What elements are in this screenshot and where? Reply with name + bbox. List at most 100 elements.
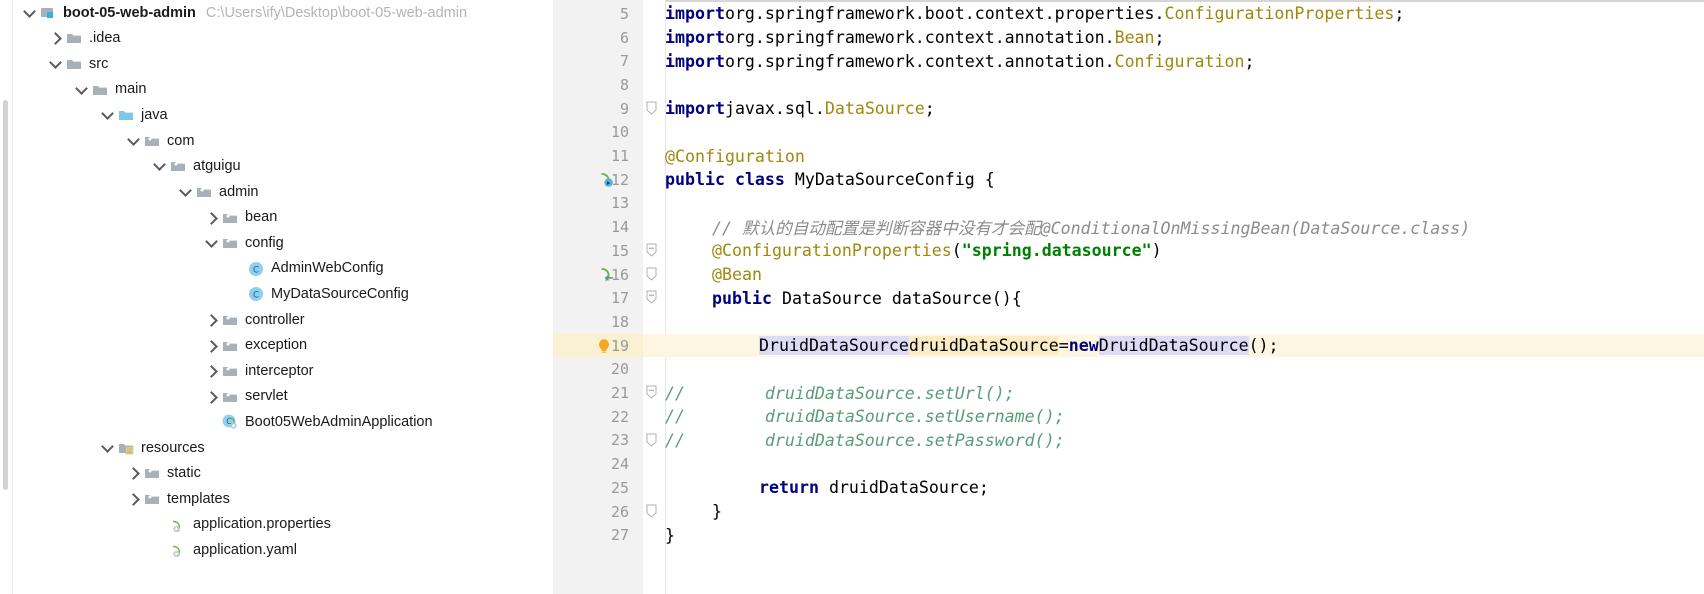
project-tree[interactable]: boot-05-web-admin C:\Users\ify\Desktop\bo… [12,0,553,563]
code-line-text[interactable]: @Bean [712,263,762,287]
code-line[interactable]: 24 [553,452,1704,476]
code-line-text[interactable]: @ConfigurationProperties("spring.datasou… [712,239,1162,263]
tree-node-adminwebconfig[interactable]: C AdminWebConfig [12,256,553,282]
tree-node-label: atguigu [193,158,241,175]
fold-collapse-icon[interactable] [645,290,660,305]
chevron-down-icon[interactable] [152,158,168,174]
intention-bulb-icon[interactable] [595,337,613,355]
code-line[interactable]: 12 public class MyDataSourceConfig { [553,168,1704,192]
fold-collapse-icon[interactable] [645,243,660,258]
tree-node-resources[interactable]: resources [12,435,553,461]
code-line[interactable]: 5 import org.springframework.boot.context… [553,2,1704,26]
tree-node-controller[interactable]: controller [12,307,553,333]
tree-node-src[interactable]: src [12,51,553,77]
chevron-down-icon[interactable] [74,82,90,98]
code-line[interactable]: 22 // druidDataSource.setUsername(); [553,405,1704,429]
fold-end-icon[interactable] [645,433,660,448]
project-tool-window[interactable]: boot-05-web-admin C:\Users\ify\Desktop\bo… [0,0,553,594]
code-line-text[interactable]: public DataSource dataSource(){ [712,286,1022,310]
code-line[interactable]: 7 import org.springframework.context.anno… [553,49,1704,73]
chevron-right-icon[interactable] [204,338,220,354]
code-line[interactable]: 13 [553,192,1704,216]
tree-node-application-properties[interactable]: application.properties [12,512,553,538]
fold-collapse-icon[interactable] [645,385,660,400]
tree-node-config[interactable]: config [12,230,553,256]
tree-node-admin[interactable]: admin [12,179,553,205]
tree-node-label: com [167,132,195,149]
tree-node-servlet[interactable]: servlet [12,384,553,410]
chevron-down-icon[interactable] [204,235,220,251]
code-line[interactable]: 10 [553,121,1704,145]
fold-end-icon[interactable] [645,101,660,116]
tree-node-mydatasourceconfig[interactable]: C MyDataSourceConfig [12,282,553,308]
code-line-text[interactable]: import org.springframework.boot.context.… [665,2,1404,26]
code-line-text[interactable]: return druidDataSource; [759,476,989,500]
chevron-right-icon[interactable] [204,363,220,379]
tree-node-interceptor[interactable]: interceptor [12,358,553,384]
spring-bean-method-icon[interactable] [599,266,616,283]
chevron-right-icon[interactable] [126,465,142,481]
tree-node-java[interactable]: java [12,102,553,128]
chevron-right-icon[interactable] [204,389,220,405]
chevron-down-icon[interactable] [100,440,116,456]
tree-node-boot-05-web-admin[interactable]: boot-05-web-admin C:\Users\ify\Desktop\bo… [12,0,553,26]
code-line-text[interactable]: } [665,523,675,547]
fold-end-icon[interactable] [645,504,660,519]
code-line[interactable]: 14 // 默认的自动配置是判断容器中没有才会配@ConditionalOnMis… [553,215,1704,239]
code-line-text[interactable]: public class MyDataSourceConfig { [665,168,995,192]
code-line[interactable]: 8 [553,73,1704,97]
code-line[interactable]: 17 public DataSource dataSource(){ [553,286,1704,310]
code-line-text[interactable]: // druidDataSource.setUrl(); [665,381,1015,405]
line-number: 5 [619,4,629,23]
code-line-text[interactable]: DruidDataSource druidDataSource = new Dr… [759,334,1279,358]
code-line-text[interactable]: @Configuration [665,144,805,168]
code-line[interactable]: 27} [553,523,1704,547]
code-lines[interactable]: 5 import org.springframework.boot.context… [553,0,1704,594]
code-line[interactable]: 26} [553,500,1704,524]
code-line[interactable]: 15 @ConfigurationProperties("spring.datas… [553,239,1704,263]
tree-node-templates[interactable]: templates [12,486,553,512]
code-line[interactable]: 16 @Bean [553,263,1704,287]
code-line-text[interactable]: import org.springframework.context.annot… [665,49,1254,73]
code-line-text[interactable]: import javax.sql. DataSource; [665,97,935,121]
chevron-down-icon[interactable] [126,133,142,149]
spring-bean-class-icon[interactable] [599,171,616,188]
chevron-right-icon[interactable] [48,30,64,46]
code-line[interactable]: 6 import org.springframework.context.anno… [553,26,1704,50]
chevron-right-icon[interactable] [126,491,142,507]
code-editor[interactable]: 5 import org.springframework.boot.context… [553,0,1704,594]
chevron-right-icon[interactable] [204,312,220,328]
code-line[interactable]: 25 return druidDataSource; [553,476,1704,500]
code-line[interactable]: 19 DruidDataSource druidDataSource = new … [553,333,1704,358]
code-line-text[interactable]: // druidDataSource.setUsername(); [665,405,1065,429]
fold-end-icon[interactable] [645,267,660,282]
code-line[interactable]: 23 // druidDataSource.setPassword(); [553,429,1704,453]
chevron-down-icon[interactable] [178,184,194,200]
chevron-down-icon[interactable] [22,5,38,21]
chevron-right-icon[interactable] [204,210,220,226]
tree-node-bean[interactable]: bean [12,205,553,231]
tree-node-exception[interactable]: exception [12,333,553,359]
java-class-icon: C [248,286,266,302]
line-number: 16 [610,265,629,284]
code-line[interactable]: 9 import javax.sql. DataSource; [553,97,1704,121]
tree-node-main[interactable]: main [12,77,553,103]
tree-node-application-yaml[interactable]: application.yaml [12,537,553,563]
tree-node-com[interactable]: com [12,128,553,154]
code-line[interactable]: 11 @Configuration [553,144,1704,168]
code-line[interactable]: 20 [553,358,1704,382]
tree-node-static[interactable]: static [12,461,553,487]
chevron-down-icon[interactable] [100,107,116,123]
tree-node--idea[interactable]: .idea [12,26,553,52]
code-line-text[interactable]: // 默认的自动配置是判断容器中没有才会配@ConditionalOnMissi… [712,215,1470,239]
code-line-text[interactable]: } [712,500,722,524]
tree-node-boot05webadminapplication[interactable]: C Boot05WebAdminApplication [12,410,553,436]
code-line[interactable]: 21 // druidDataSource.setUrl(); [553,381,1704,405]
code-line-text[interactable]: // druidDataSource.setPassword(); [665,429,1065,453]
code-line[interactable]: 18 [553,310,1704,334]
code-line-text[interactable]: import org.springframework.context.annot… [665,26,1165,50]
chevron-down-icon[interactable] [48,56,64,72]
tree-node-atguigu[interactable]: atguigu [12,154,553,180]
scrollbar-thumb[interactable] [3,100,8,490]
